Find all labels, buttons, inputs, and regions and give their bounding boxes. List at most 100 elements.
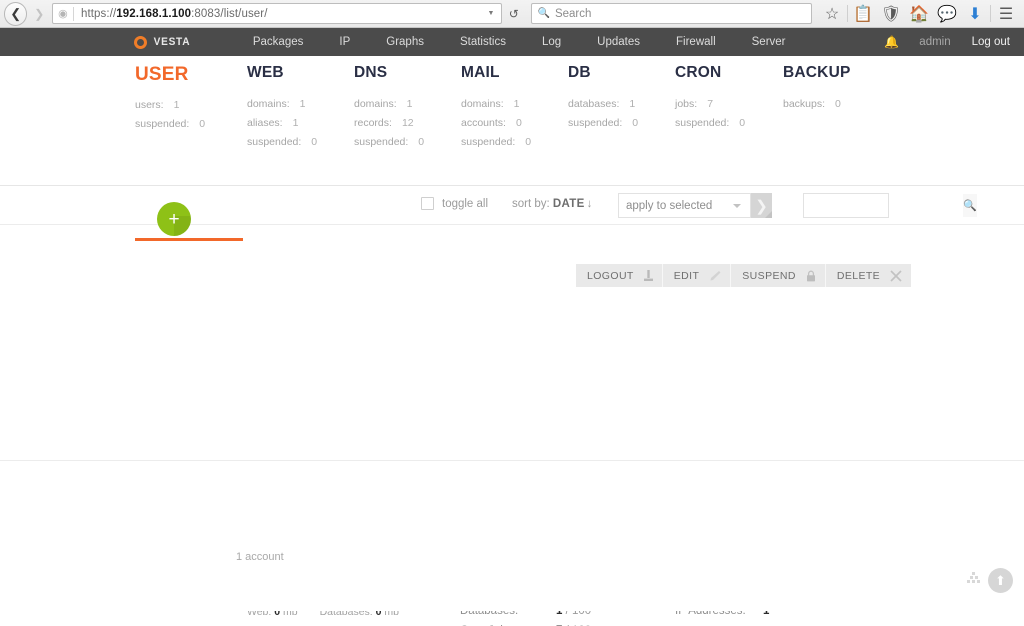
stat-value: 1 — [513, 98, 520, 110]
account-count: 1 account — [236, 551, 284, 563]
scroll-to-top-button[interactable]: ⬆ — [988, 568, 1013, 593]
url-prefix: https:// — [80, 7, 117, 20]
stat-label: domains: — [354, 98, 397, 110]
stat-value: 1 — [173, 99, 180, 111]
stat-row: domains: 1 — [461, 98, 531, 110]
bookmark-star-icon[interactable]: ☆ — [818, 2, 846, 26]
stat-label: domains: — [461, 98, 504, 110]
stat-row: domains: 1 — [354, 98, 424, 110]
nav-item-packages[interactable]: Packages — [235, 36, 322, 48]
nav-item-graphs[interactable]: Graphs — [368, 36, 442, 48]
back-icon[interactable]: ❮ — [4, 1, 28, 26]
stat-label: suspended: — [568, 117, 623, 129]
stat-value: 1 — [406, 98, 413, 110]
browser-search-bar[interactable]: 🔍 Search — [530, 3, 812, 24]
address-bar[interactable]: ◉ https://192.168.1.100:8083/list/user/ … — [51, 3, 502, 24]
browser-toolbar: ❮ ❯ ◉ https://192.168.1.100:8083/list/us… — [0, 0, 1024, 28]
stat-label: aliases: — [247, 117, 283, 129]
forward-icon[interactable]: ❯ — [28, 3, 49, 25]
stat-row: suspended: 0 — [135, 118, 205, 130]
stat-title-user[interactable]: USER — [135, 64, 205, 86]
stat-title-db[interactable]: DB — [568, 64, 638, 82]
hamburger-menu-icon[interactable]: ☰ — [992, 2, 1020, 26]
stat-title-dns[interactable]: DNS — [354, 64, 424, 82]
nav-logout-link[interactable]: Log out — [972, 36, 1010, 48]
action-edit[interactable]: EDIT — [662, 264, 732, 287]
page-footer: 1 account ⬆ — [0, 461, 1024, 611]
stat-title-cron[interactable]: CRON — [675, 64, 745, 82]
action-suspend-label: SUSPEND — [742, 269, 796, 282]
stat-row: suspended: 0 — [461, 136, 531, 148]
stat-label: jobs: — [675, 98, 698, 110]
add-user-button[interactable]: + — [157, 202, 191, 236]
pencil-icon — [709, 270, 721, 282]
stat-row: records: 12 — [354, 117, 424, 129]
nav-item-firewall[interactable]: Firewall — [658, 36, 734, 48]
chevron-down-icon[interactable]: ▼ — [483, 10, 499, 17]
apply-to-selected-group: apply to selected ❯ — [618, 193, 772, 218]
stat-label: suspended: — [247, 136, 302, 148]
resize-dots-icon[interactable] — [967, 572, 981, 584]
stat-value: 7 — [707, 98, 714, 110]
stat-value: 0 — [418, 136, 425, 148]
stat-title-backup[interactable]: BACKUP — [783, 64, 851, 82]
search-icon: 🔍 — [537, 8, 550, 19]
sort-by-value[interactable]: DATE — [553, 198, 585, 210]
nav-item-updates[interactable]: Updates — [579, 36, 658, 48]
sort-by-control[interactable]: sort by: DATE ↓ — [512, 198, 592, 210]
reload-icon[interactable]: ↺ — [504, 3, 524, 24]
globe-icon: ◉ — [58, 8, 68, 20]
nav-item-ip[interactable]: IP — [321, 36, 368, 48]
toggle-all-control[interactable]: toggle all — [421, 197, 488, 210]
list-search-box[interactable]: 🔍 — [803, 193, 977, 218]
home-icon[interactable]: 🏠 — [905, 2, 933, 26]
stat-row: suspended: 0 — [354, 136, 424, 148]
stat-label: databases: — [568, 98, 620, 110]
browser-search-placeholder: Search — [554, 7, 592, 20]
action-logout[interactable]: LOGOUT — [576, 264, 663, 287]
stat-value: 1 — [299, 98, 306, 110]
nav-username[interactable]: admin — [919, 36, 971, 48]
sort-by-label: sort by: — [512, 198, 550, 210]
stat-row: databases: 1 — [568, 98, 638, 110]
action-delete-label: DELETE — [836, 269, 881, 282]
vesta-ring-icon — [134, 35, 147, 49]
stat-column-db: DB databases: 1 suspended: 0 — [568, 64, 638, 136]
nav-item-server[interactable]: Server — [734, 36, 804, 48]
vesta-logo-text: VESTA — [153, 36, 191, 48]
downloads-icon[interactable]: ⬇ — [961, 2, 989, 26]
action-delete[interactable]: DELETE — [825, 264, 912, 287]
stat-label: domains: — [247, 98, 290, 110]
search-input[interactable] — [804, 194, 963, 217]
stat-label: backups: — [783, 98, 826, 110]
stat-value: 0 — [632, 117, 639, 129]
reader-icon[interactable]: 📋 — [849, 2, 877, 26]
chat-icon[interactable]: 💬 — [933, 2, 961, 26]
apply-to-selected-select[interactable]: apply to selected — [618, 193, 751, 218]
notification-bell-icon[interactable]: 🔔 — [884, 35, 919, 49]
apply-go-button[interactable]: ❯ — [751, 193, 772, 218]
vesta-logo[interactable]: VESTA — [134, 35, 192, 49]
sort-direction-icon[interactable]: ↓ — [587, 198, 593, 210]
stat-row: suspended: 0 — [568, 117, 638, 129]
stat-column-user: USER users: 1 suspended: 0 — [135, 64, 205, 137]
user-record: LOGOUT EDIT SUSPEND DELETE + 21 Dec — [0, 202, 1024, 626]
url-path: :8083/list/user/ — [191, 7, 268, 20]
nav-right-group: 🔔 admin Log out — [884, 28, 1010, 56]
stat-label: suspended: — [354, 136, 409, 148]
stat-title-mail[interactable]: MAIL — [461, 64, 531, 82]
stat-row: domains: 1 — [247, 98, 317, 110]
url-text: https://192.168.1.100:8083/list/user/ — [74, 8, 483, 20]
nav-item-statistics[interactable]: Statistics — [442, 36, 524, 48]
stat-value: 0 — [199, 118, 206, 130]
nav-item-log[interactable]: Log — [524, 36, 579, 48]
action-suspend[interactable]: SUSPEND — [731, 264, 826, 287]
stat-label: suspended: — [461, 136, 516, 148]
search-icon[interactable]: 🔍 — [963, 194, 977, 217]
stat-label: records: — [354, 117, 392, 129]
stat-title-web[interactable]: WEB — [247, 64, 317, 82]
stat-value: 1 — [629, 98, 636, 110]
toggle-all-checkbox[interactable] — [421, 197, 434, 210]
pocket-shield-icon[interactable]: 🛡 — [877, 2, 905, 26]
list-toolbar: toggle all sort by: DATE ↓ apply to selec… — [0, 186, 1024, 225]
